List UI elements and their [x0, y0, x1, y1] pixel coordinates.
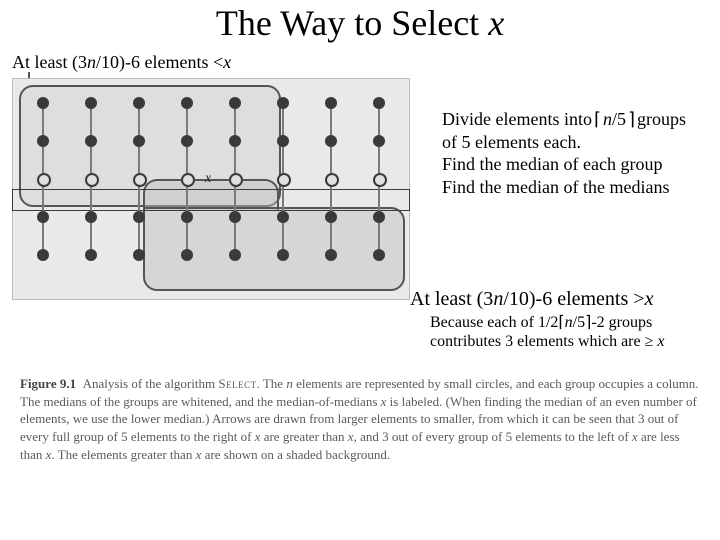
step-median-of-medians: Find the median of the medians: [442, 176, 712, 199]
element-dot: [181, 135, 193, 147]
group-median-dot: [373, 173, 387, 187]
element-dot: [373, 97, 385, 109]
title-variable-x: x: [488, 3, 504, 43]
group-median-dot: [277, 173, 291, 187]
element-dot: [85, 249, 97, 261]
algorithm-steps: Divide elements into⌈n/5⌉groups of 5 ele…: [442, 108, 712, 198]
step-divide: Divide elements into⌈n/5⌉groups: [442, 108, 712, 131]
group-median-dot: [85, 173, 99, 187]
step-group-median: Find the median of each group: [442, 153, 712, 176]
group-median-dot: [181, 173, 195, 187]
element-dot: [229, 135, 241, 147]
group-median-dot: [133, 173, 147, 187]
group-median-dot: [229, 173, 243, 187]
element-dot: [85, 211, 97, 223]
element-dot: [373, 249, 385, 261]
element-dot: [325, 211, 337, 223]
element-dot: [133, 135, 145, 147]
element-dot: [37, 97, 49, 109]
element-dot: [85, 97, 97, 109]
group-median-dot: [325, 173, 339, 187]
element-dot: [325, 135, 337, 147]
element-dot: [133, 249, 145, 261]
title-text: The Way to Select: [216, 3, 488, 43]
element-dot: [85, 135, 97, 147]
ceil-left-icon: ⌈: [594, 109, 601, 129]
element-dot: [277, 135, 289, 147]
element-dot: [181, 97, 193, 109]
step-divide-cont: of 5 elements each.: [442, 131, 712, 154]
element-dot: [133, 211, 145, 223]
median-of-medians-diagram: x: [12, 78, 410, 300]
element-dot: [325, 97, 337, 109]
median-row-highlight: [12, 189, 410, 211]
element-dot: [229, 97, 241, 109]
x-label: x: [205, 171, 211, 187]
element-dot: [37, 135, 49, 147]
lower-bound-block: At least (3n/10)-6 elements >x Because e…: [410, 288, 710, 351]
element-dot: [325, 249, 337, 261]
element-dot: [277, 97, 289, 109]
element-dot: [373, 135, 385, 147]
element-dot: [229, 211, 241, 223]
element-dot: [37, 211, 49, 223]
element-dot: [229, 249, 241, 261]
ceil-right-icon: ⌉: [628, 109, 635, 129]
figure-number: Figure 9.1: [20, 376, 76, 391]
lower-bound-note: Because each of 1/2⌈n/5⌉-2 groups contri…: [430, 313, 710, 351]
element-dot: [181, 211, 193, 223]
upper-bound-label: At least (3n/10)-6 elements <x: [12, 52, 231, 73]
element-dot: [133, 97, 145, 109]
element-dot: [181, 249, 193, 261]
lower-bound-label: At least (3n/10)-6 elements >x: [410, 288, 710, 311]
figure-caption: Figure 9.1 Analysis of the algorithm Sel…: [20, 375, 700, 463]
element-dot: [277, 249, 289, 261]
page-title: The Way to Select x: [0, 2, 720, 44]
element-dot: [37, 249, 49, 261]
element-dot: [373, 211, 385, 223]
group-median-dot: [37, 173, 51, 187]
element-dot: [277, 211, 289, 223]
